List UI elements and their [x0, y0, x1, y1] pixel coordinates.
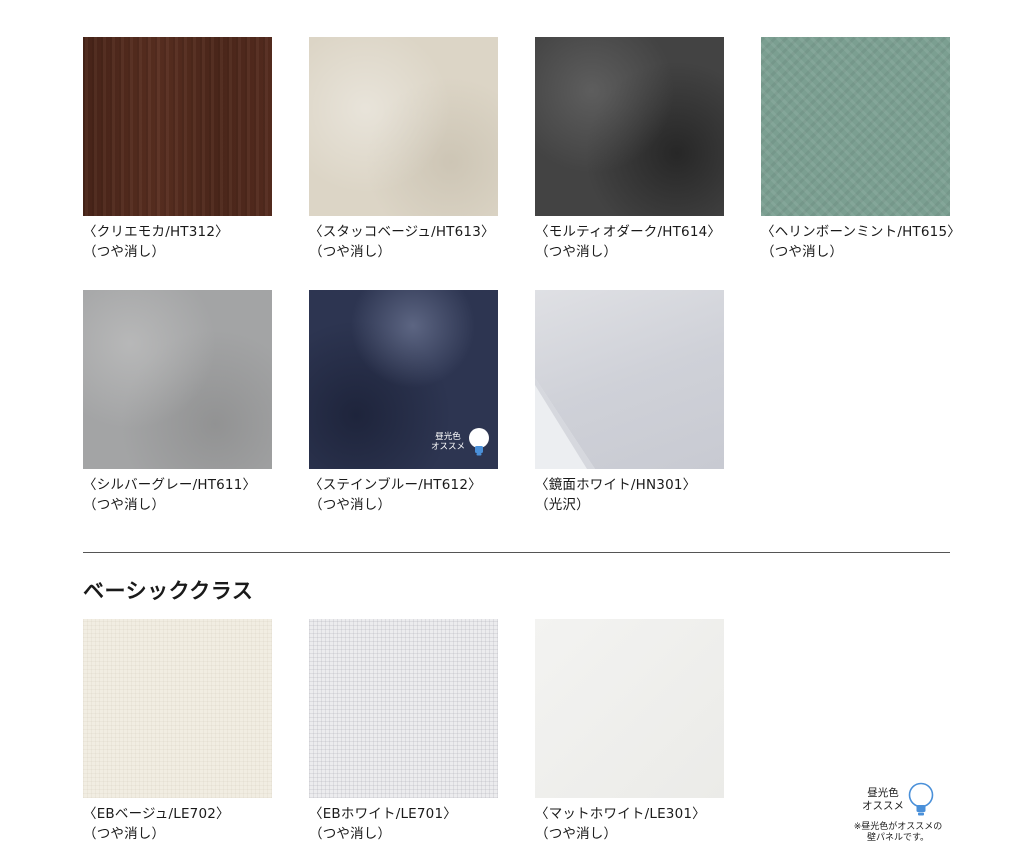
swatch-image: 昼光色 オススメ	[309, 290, 498, 469]
swatch-caption: 〈ヘリンボーンミント/HT615〉 （つや消し）	[761, 223, 961, 262]
swatch-finish: （つや消し）	[535, 243, 618, 260]
swatch-finish: （つや消し）	[761, 243, 844, 260]
swatch-name: 〈モルティオダーク/HT614〉	[535, 224, 722, 240]
swatch-caption: 〈ステインブルー/HT612〉 （つや消し）	[309, 476, 498, 515]
lightbulb-icon	[908, 782, 934, 816]
swatch-name: 〈シルバーグレー/HT611〉	[83, 477, 257, 493]
swatch-tile[interactable]: 〈スタッコベージュ/HT613〉 （つや消し）	[309, 37, 498, 262]
daylight-legend: 昼光色 オススメ ※昼光色がオススメの 壁パネルです。	[838, 782, 958, 844]
swatch-finish: （つや消し）	[309, 825, 392, 842]
legend-note-line-2: 壁パネルです。	[866, 833, 930, 843]
swatch-finish: （つや消し）	[309, 243, 392, 260]
badge-line-1: 昼光色	[435, 432, 461, 442]
section-title: ベーシッククラス	[83, 579, 254, 603]
swatch-image	[83, 290, 272, 469]
swatch-tile[interactable]: 〈クリエモカ/HT312〉 （つや消し）	[83, 37, 272, 262]
swatch-finish: （つや消し）	[309, 496, 392, 513]
swatch-tile[interactable]: 〈鏡面ホワイト/HN301〉 （光沢）	[535, 290, 724, 515]
swatch-image	[309, 37, 498, 216]
basic-class-grid: 〈EBベージュ/LE702〉 （つや消し） 〈EBホワイト/LE701〉 （つや…	[83, 619, 950, 844]
swatch-tile[interactable]: 〈EBホワイト/LE701〉 （つや消し）	[309, 619, 498, 844]
swatch-image	[535, 619, 724, 798]
panel-grid-row-2: 〈シルバーグレー/HT611〉 （つや消し） 昼光色 オススメ 〈ステインブルー…	[83, 290, 950, 515]
swatch-caption: 〈EBベージュ/LE702〉 （つや消し）	[83, 805, 272, 844]
swatch-caption: 〈鏡面ホワイト/HN301〉 （光沢）	[535, 476, 724, 515]
swatch-tile[interactable]: 〈ヘリンボーンミント/HT615〉 （つや消し）	[761, 37, 961, 262]
swatch-finish: （つや消し）	[83, 825, 166, 842]
swatch-caption: 〈クリエモカ/HT312〉 （つや消し）	[83, 223, 272, 262]
swatch-tile[interactable]: 〈マットホワイト/LE301〉 （つや消し）	[535, 619, 724, 844]
swatch-tile[interactable]: 〈シルバーグレー/HT611〉 （つや消し）	[83, 290, 272, 515]
swatch-name: 〈鏡面ホワイト/HN301〉	[535, 477, 697, 493]
swatch-name: 〈クリエモカ/HT312〉	[83, 224, 229, 240]
swatch-name: 〈EBホワイト/LE701〉	[309, 806, 457, 822]
legend-note-line-1: ※昼光色がオススメの	[853, 822, 943, 832]
daylight-badge: 昼光色 オススメ	[431, 427, 490, 457]
legend-line-2: オススメ	[862, 800, 904, 812]
swatch-image	[535, 37, 724, 216]
legend-header: 昼光色 オススメ	[838, 782, 958, 818]
swatch-image	[535, 290, 724, 469]
swatch-finish: （つや消し）	[535, 825, 618, 842]
lightbulb-icon	[469, 428, 489, 456]
swatch-finish: （つや消し）	[83, 243, 166, 260]
legend-line-1: 昼光色	[867, 787, 899, 799]
swatch-image	[761, 37, 950, 216]
swatch-caption: 〈EBホワイト/LE701〉 （つや消し）	[309, 805, 498, 844]
panel-grid-row-1: 〈クリエモカ/HT312〉 （つや消し） 〈スタッコベージュ/HT613〉 （つ…	[83, 37, 961, 262]
swatch-image	[83, 619, 272, 798]
legend-note: ※昼光色がオススメの 壁パネルです。	[838, 822, 958, 844]
swatch-tile[interactable]: 〈EBベージュ/LE702〉 （つや消し）	[83, 619, 272, 844]
mirror-reflection	[535, 378, 595, 469]
swatch-tile[interactable]: 〈モルティオダーク/HT614〉 （つや消し）	[535, 37, 724, 262]
badge-line-2: オススメ	[430, 442, 465, 452]
swatch-finish: （つや消し）	[83, 496, 166, 513]
legend-label: 昼光色 オススメ	[862, 787, 904, 813]
swatch-name: 〈ステインブルー/HT612〉	[309, 477, 482, 493]
badge-text: 昼光色 オススメ	[431, 432, 465, 452]
swatch-name: 〈ヘリンボーンミント/HT615〉	[761, 224, 961, 240]
swatch-caption: 〈モルティオダーク/HT614〉 （つや消し）	[535, 223, 724, 262]
swatch-finish: （光沢）	[535, 496, 590, 513]
swatch-name: 〈スタッコベージュ/HT613〉	[309, 224, 495, 240]
swatch-tile[interactable]: 昼光色 オススメ 〈ステインブルー/HT612〉 （つや消し）	[309, 290, 498, 515]
swatch-image	[83, 37, 272, 216]
swatch-name: 〈EBベージュ/LE702〉	[83, 806, 230, 822]
swatch-image	[309, 619, 498, 798]
section-divider	[83, 552, 950, 553]
swatch-name: 〈マットホワイト/LE301〉	[535, 806, 706, 822]
swatch-caption: 〈シルバーグレー/HT611〉 （つや消し）	[83, 476, 272, 515]
swatch-caption: 〈マットホワイト/LE301〉 （つや消し）	[535, 805, 724, 844]
swatch-caption: 〈スタッコベージュ/HT613〉 （つや消し）	[309, 223, 498, 262]
